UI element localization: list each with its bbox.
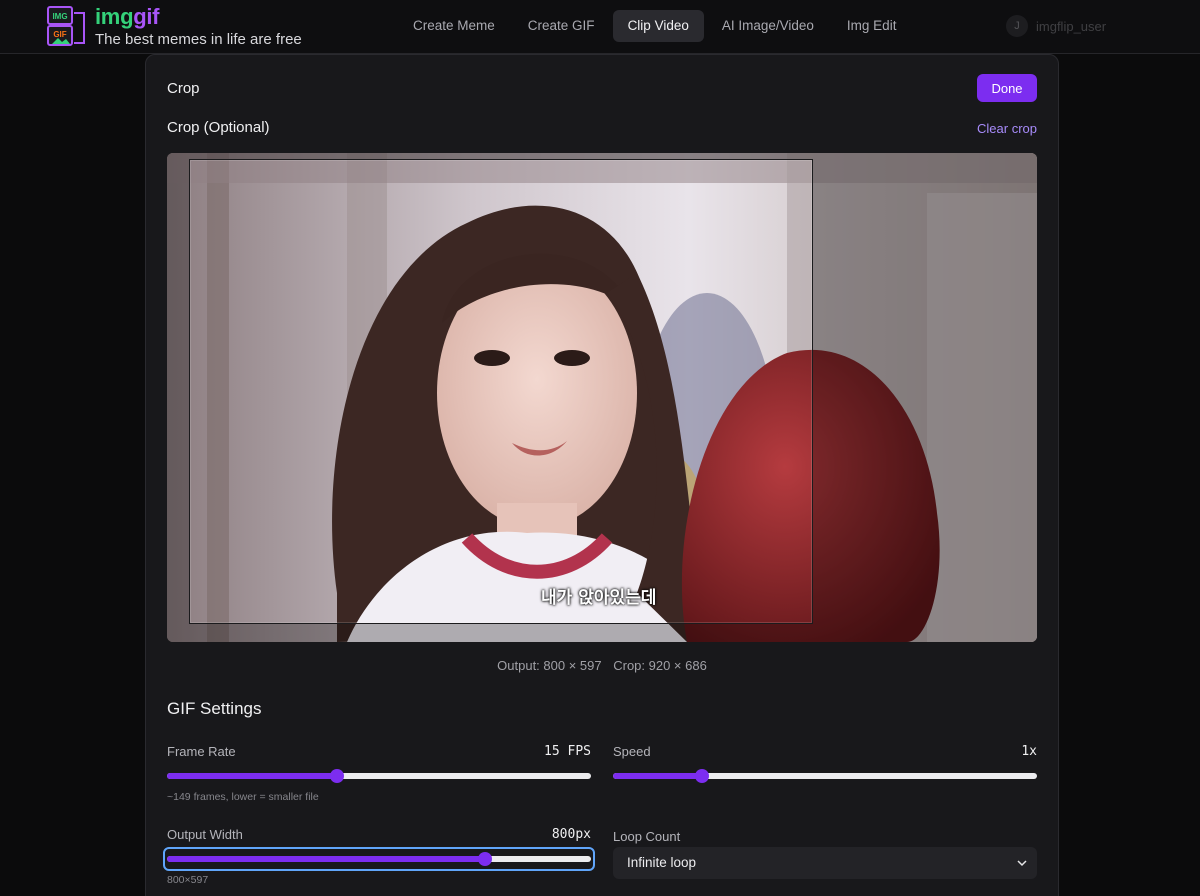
avatar: J	[1006, 15, 1028, 37]
speed-slider[interactable]	[613, 768, 1037, 784]
main-nav: Create Meme Create GIF Clip Video AI Ima…	[398, 10, 914, 42]
crop-dim-right	[813, 153, 1037, 642]
brand-name[interactable]: imggif	[95, 4, 160, 30]
top-navigation-bar: IMG GIF imggif The best memes in life ar…	[0, 0, 1200, 54]
slider-thumb[interactable]	[695, 769, 710, 783]
slider-thumb[interactable]	[478, 852, 492, 866]
done-button[interactable]: Done	[977, 74, 1037, 102]
crop-section-title: Crop (Optional)	[167, 119, 270, 136]
crop-dim-bottom	[189, 624, 813, 642]
video-subtitle: 내가 앉아있는데	[541, 588, 657, 608]
frame-rate-slider[interactable]	[167, 768, 591, 784]
crop-title: Crop	[167, 80, 200, 97]
loop-count-label: Loop Count	[613, 829, 681, 844]
gif-settings-title: GIF Settings	[167, 699, 262, 718]
frame-rate-value: 15 FPS	[544, 744, 591, 759]
slider-thumb[interactable]	[329, 769, 344, 783]
crop-size: Crop: 920 × 686	[613, 658, 707, 673]
logo-text-img: IMG	[52, 12, 67, 21]
slider-fill	[167, 856, 485, 862]
slider-fill	[167, 773, 337, 779]
chevron-down-icon	[1017, 860, 1027, 867]
user-menu[interactable]: J imgflip_user	[1006, 14, 1106, 38]
imgflip-logo-icon[interactable]: IMG GIF	[46, 5, 88, 47]
video-frame-preview[interactable]: 내가 앉아있는데	[167, 153, 1037, 642]
speed-value: 1x	[1021, 744, 1037, 759]
nav-clip-video[interactable]: Clip Video	[612, 10, 704, 42]
output-width-value: 800px	[551, 827, 591, 842]
speed-label: Speed	[613, 744, 651, 759]
frame-rate-hint: ~149 frames, lower = smaller file	[167, 791, 319, 803]
frame-rate-label: Frame Rate	[167, 744, 236, 759]
slider-fill	[613, 773, 703, 779]
loop-count-selected: Infinite loop	[627, 855, 697, 870]
output-width-slider[interactable]	[163, 847, 595, 871]
logo-text-gif: GIF	[53, 30, 66, 39]
clip-editor-panel: Crop Done Crop (Optional) Clear crop 내가 …	[145, 54, 1059, 896]
output-info: Output: 800 × 597 Crop: 920 × 686	[146, 658, 1058, 673]
nav-create-meme[interactable]: Create Meme	[398, 10, 510, 42]
output-width-hint: 800×597	[167, 874, 209, 886]
crop-selection-box[interactable]	[189, 159, 813, 624]
crop-dim-left	[167, 153, 189, 642]
loop-count-select[interactable]: Infinite loop	[613, 847, 1037, 879]
user-name: imgflip_user	[1036, 18, 1107, 34]
brand-tagline: The best memes in life are free	[95, 31, 302, 48]
output-width-label: Output Width	[167, 827, 243, 842]
brand-name-part-img: img	[95, 4, 134, 29]
brand-name-part-gif: gif	[133, 4, 160, 29]
nav-img-edit[interactable]: Img Edit	[832, 10, 912, 42]
nav-create-gif[interactable]: Create GIF	[513, 10, 610, 42]
nav-ai-image-video[interactable]: AI Image/Video	[707, 10, 829, 42]
output-size: Output: 800 × 597	[497, 658, 602, 673]
clear-crop-link[interactable]: Clear crop	[977, 121, 1037, 136]
